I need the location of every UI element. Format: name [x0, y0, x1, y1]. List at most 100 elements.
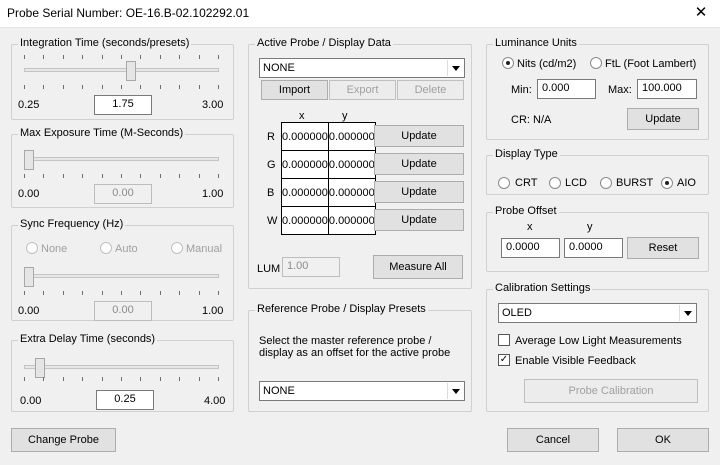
slider-tick	[102, 55, 103, 59]
max-label: Max:	[608, 84, 632, 96]
probe-offset-group: Probe Offset x y 0.0000 0.0000 Reset	[486, 205, 709, 272]
slider-tick	[43, 55, 44, 59]
change-probe-button[interactable]: Change Probe	[11, 428, 116, 452]
update-r-button[interactable]: Update	[374, 125, 464, 147]
nits-label: Nits (cd/m2)	[517, 58, 577, 70]
probe-calibration-button: Probe Calibration	[524, 379, 698, 403]
visible-feedback-label: Enable Visible Feedback	[515, 355, 636, 367]
slider-tick	[179, 291, 180, 295]
chevron-down-icon[interactable]	[679, 305, 695, 321]
integration-min-label: 0.25	[18, 99, 40, 111]
slider-tick	[160, 377, 161, 381]
crt-radio[interactable]	[498, 177, 510, 189]
lum-label: LUM	[257, 263, 281, 275]
sync-auto-label: Auto	[115, 243, 138, 255]
import-button[interactable]: Import	[261, 80, 328, 100]
exposure-max-label: 1.00	[202, 188, 224, 200]
r-y-cell: 0.000000	[327, 122, 376, 151]
slider-tick	[102, 291, 103, 295]
w-x-cell: 0.000000	[281, 206, 329, 235]
integration-slider-thumb[interactable]	[126, 61, 136, 81]
probe-data-table: 0.000000 0.000000 0.000000 0.000000 0.00…	[281, 122, 376, 235]
delay-max-label: 4.00	[204, 395, 226, 407]
active-probe-group: Active Probe / Display Data NONE Import …	[248, 37, 472, 289]
reset-button[interactable]: Reset	[627, 237, 699, 259]
slider-tick	[160, 174, 161, 178]
aio-label: AIO	[677, 177, 696, 189]
offset-y-label: y	[587, 221, 593, 233]
slider-tick	[140, 377, 141, 381]
slider-tick	[140, 55, 141, 59]
b-x-cell: 0.000000	[281, 178, 329, 207]
integration-max-label: 3.00	[202, 99, 224, 111]
ok-button[interactable]: OK	[617, 428, 709, 452]
integration-slider-track[interactable]	[24, 68, 219, 72]
column-y-header: y	[342, 110, 348, 122]
row-label-g: G	[267, 159, 276, 171]
burst-radio[interactable]	[600, 177, 612, 189]
min-field[interactable]: 0.000	[537, 79, 596, 99]
average-low-light-checkbox[interactable]	[498, 334, 510, 346]
reference-description-line2: display as an offset for the active prob…	[259, 347, 451, 359]
exposure-slider-thumb[interactable]	[24, 150, 34, 170]
delete-button: Delete	[397, 80, 464, 100]
row-label-b: B	[267, 187, 275, 199]
sync-none-radio	[26, 242, 38, 254]
integration-value-field[interactable]: 1.75	[94, 95, 152, 115]
lum-value-field: 1.00	[282, 257, 340, 277]
chevron-down-icon[interactable]	[447, 383, 463, 399]
row-label-r: R	[267, 131, 275, 143]
sync-max-label: 1.00	[202, 305, 224, 317]
close-icon[interactable]: ✕	[690, 3, 712, 23]
luminance-update-button[interactable]: Update	[627, 108, 699, 130]
slider-tick	[24, 55, 25, 59]
calibration-select-value: OLED	[502, 307, 532, 319]
lcd-radio[interactable]	[549, 177, 561, 189]
chevron-down-icon[interactable]	[447, 60, 463, 76]
nits-radio[interactable]	[502, 57, 514, 69]
delay-slider-track[interactable]	[24, 365, 219, 369]
reference-probe-select[interactable]: NONE	[259, 381, 465, 401]
offset-x-field[interactable]: 0.0000	[501, 238, 560, 258]
delay-slider-thumb[interactable]	[35, 358, 45, 378]
active-probe-select[interactable]: NONE	[259, 58, 465, 78]
slider-tick	[179, 85, 180, 89]
r-x-cell: 0.000000	[281, 122, 329, 151]
export-button: Export	[329, 80, 396, 100]
slider-tick	[63, 174, 64, 178]
slider-tick	[24, 174, 25, 178]
offset-y-field[interactable]: 0.0000	[564, 238, 623, 258]
slider-tick	[102, 85, 103, 89]
reference-probe-group: Reference Probe / Display Presets Select…	[248, 303, 472, 412]
slider-tick	[160, 291, 161, 295]
visible-feedback-checkbox[interactable]: ✓	[498, 354, 510, 366]
cancel-button[interactable]: Cancel	[507, 428, 599, 452]
slider-tick	[82, 291, 83, 295]
table-row: 0.000000 0.000000	[281, 150, 376, 179]
slider-tick	[24, 377, 25, 381]
update-b-button[interactable]: Update	[374, 181, 464, 203]
update-w-button[interactable]: Update	[374, 209, 464, 231]
slider-tick	[82, 377, 83, 381]
sync-value-field: 0.00	[94, 301, 152, 321]
slider-tick	[102, 174, 103, 178]
exposure-slider-track[interactable]	[24, 157, 219, 161]
slider-tick	[218, 55, 219, 59]
b-y-cell: 0.000000	[327, 178, 376, 207]
update-g-button[interactable]: Update	[374, 153, 464, 175]
active-probe-legend: Active Probe / Display Data	[255, 37, 393, 49]
slider-tick	[199, 377, 200, 381]
calibration-select[interactable]: OLED	[498, 303, 697, 323]
integration-time-group: Integration Time (seconds/presets) 0.25 …	[11, 37, 234, 120]
luminance-units-legend: Luminance Units	[493, 37, 579, 49]
max-exposure-group: Max Exposure Time (M-Seconds) 0.00 0.00 …	[11, 127, 234, 208]
slider-tick	[63, 291, 64, 295]
calibration-settings-group: Calibration Settings OLED Average Low Li…	[486, 282, 709, 412]
ftl-radio[interactable]	[590, 57, 602, 69]
delay-value-field[interactable]: 0.25	[96, 390, 154, 410]
aio-radio[interactable]	[661, 177, 673, 189]
measure-all-button[interactable]: Measure All	[373, 255, 463, 279]
max-field[interactable]: 100.000	[637, 79, 697, 99]
slider-tick	[199, 55, 200, 59]
slider-tick	[82, 174, 83, 178]
